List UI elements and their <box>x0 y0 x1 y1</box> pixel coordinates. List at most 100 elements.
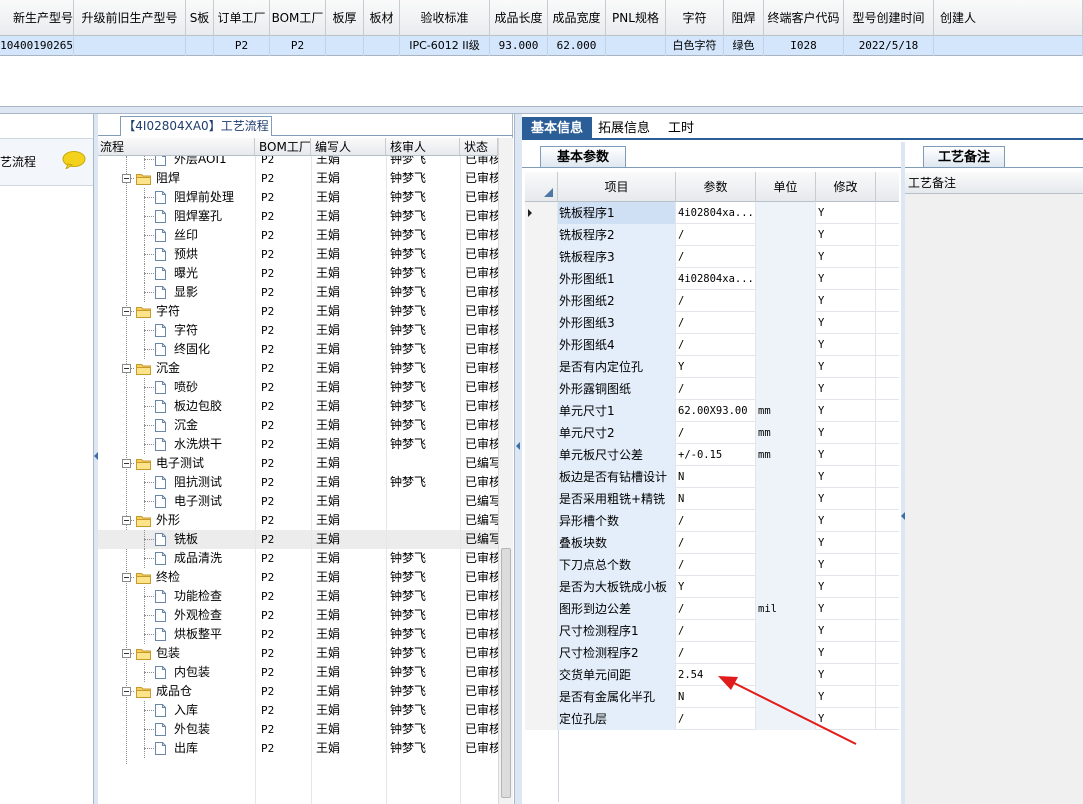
row-indicator[interactable] <box>525 532 558 554</box>
basic-params-row[interactable]: 铣板程序1 4i02804xa... Y <box>525 202 899 224</box>
process-tree-row[interactable]: 功能检查 P2 王娟 钟梦飞 已审核 <box>98 587 498 606</box>
process-tree-row[interactable]: 入库 P2 王娟 钟梦飞 已审核 <box>98 701 498 720</box>
process-tree-row[interactable]: 电子测试 P2 王娟 已编写 <box>98 454 498 473</box>
process-tree-row[interactable]: 阻抗测试 P2 王娟 钟梦飞 已审核 <box>98 473 498 492</box>
product-grid-col-header[interactable]: 新生产型号 <box>0 0 74 36</box>
process-tree-col-header[interactable]: 编写人 <box>311 138 386 155</box>
process-tree-row[interactable]: 成品清洗 P2 王娟 钟梦飞 已审核 <box>98 549 498 568</box>
process-tree-col-header[interactable]: 核审人 <box>386 138 460 155</box>
process-tree-row[interactable]: 烘板整平 P2 王娟 钟梦飞 已审核 <box>98 625 498 644</box>
param-modify-flag[interactable]: Y <box>816 466 876 488</box>
param-modify-flag[interactable]: Y <box>816 202 876 224</box>
tab-detail-2[interactable]: 工时 <box>658 117 704 140</box>
row-indicator[interactable] <box>525 708 558 730</box>
param-modify-flag[interactable]: Y <box>816 224 876 246</box>
row-indicator[interactable] <box>525 466 558 488</box>
param-value-cell[interactable]: 4i02804xa... <box>676 202 756 224</box>
param-modify-flag[interactable]: Y <box>816 554 876 576</box>
product-grid-col-header[interactable]: 成品长度 <box>490 0 548 36</box>
process-tree-row[interactable]: 包装 P2 王娟 钟梦飞 已审核 <box>98 644 498 663</box>
param-modify-flag[interactable]: Y <box>816 664 876 686</box>
param-value-cell[interactable]: / <box>676 246 756 268</box>
param-value-cell[interactable]: / <box>676 510 756 532</box>
row-indicator[interactable] <box>525 576 558 598</box>
process-tree-row[interactable]: 内包装 P2 王娟 钟梦飞 已审核 <box>98 663 498 682</box>
basic-params-row[interactable]: 外形图纸1 4i02804xa... Y <box>525 268 899 290</box>
basic-params-row[interactable]: 尺寸检测程序2/ Y <box>525 642 899 664</box>
row-indicator[interactable] <box>525 246 558 268</box>
param-value-cell[interactable]: N <box>676 488 756 510</box>
row-indicator[interactable] <box>525 686 558 708</box>
param-modify-flag[interactable]: Y <box>816 444 876 466</box>
process-tree-row[interactable]: 铣板 P2 王娟 已编写 <box>98 530 498 549</box>
basic-params-row[interactable]: 单元尺寸1 62.00X93.00 mm Y <box>525 400 899 422</box>
process-tree-col-header[interactable]: BOM工厂 <box>255 138 311 155</box>
param-value-cell[interactable]: / <box>676 620 756 642</box>
product-grid-col-header[interactable]: 成品宽度 <box>548 0 606 36</box>
param-modify-flag[interactable]: Y <box>816 510 876 532</box>
row-indicator[interactable] <box>525 488 558 510</box>
param-value-cell[interactable]: / <box>676 708 756 730</box>
product-grid-col-header[interactable]: 型号创建时间 <box>844 0 934 36</box>
param-value-cell[interactable]: N <box>676 466 756 488</box>
row-indicator[interactable] <box>525 554 558 576</box>
process-tree-row[interactable]: 曝光 P2 王娟 钟梦飞 已审核 <box>98 264 498 283</box>
process-tree-row[interactable]: 字符 P2 王娟 钟梦飞 已审核 <box>98 321 498 340</box>
basic-params-row[interactable]: 单元尺寸2/mm Y <box>525 422 899 444</box>
param-modify-flag[interactable]: Y <box>816 356 876 378</box>
tree-expander-icon[interactable] <box>122 687 131 696</box>
process-tree-row[interactable]: 显影 P2 王娟 钟梦飞 已审核 <box>98 283 498 302</box>
param-modify-flag[interactable]: Y <box>816 400 876 422</box>
process-tree-row[interactable]: 字符 P2 王娟 钟梦飞 已审核 <box>98 302 498 321</box>
param-value-cell[interactable]: / <box>676 642 756 664</box>
param-modify-flag[interactable]: Y <box>816 532 876 554</box>
param-value-cell[interactable]: / <box>676 378 756 400</box>
process-tree-scrollbar[interactable] <box>498 138 513 804</box>
param-modify-flag[interactable]: Y <box>816 378 876 400</box>
process-tree-row[interactable]: 终固化 P2 王娟 钟梦飞 已审核 <box>98 340 498 359</box>
row-indicator[interactable] <box>525 422 558 444</box>
row-indicator[interactable] <box>525 378 558 400</box>
tree-expander-icon[interactable] <box>122 573 131 582</box>
param-value-cell[interactable]: / <box>676 554 756 576</box>
basic-params-col-header[interactable]: 参数 <box>676 172 756 202</box>
row-indicator[interactable] <box>525 400 558 422</box>
basic-params-row[interactable]: 外形露铜图纸 / Y <box>525 378 899 400</box>
param-value-cell[interactable]: / <box>676 312 756 334</box>
param-value-cell[interactable]: / <box>676 598 756 620</box>
basic-params-col-header[interactable]: 项目 <box>558 172 676 202</box>
product-grid-col-header[interactable]: PNL规格 <box>606 0 666 36</box>
param-modify-flag[interactable]: Y <box>816 312 876 334</box>
row-indicator[interactable] <box>525 224 558 246</box>
tree-expander-icon[interactable] <box>122 307 131 316</box>
product-grid-col-header[interactable]: 验收标准 <box>400 0 490 36</box>
process-tree-row[interactable]: 预烘 P2 王娟 钟梦飞 已审核 <box>98 245 498 264</box>
process-tree-row[interactable]: 电子测试 P2 王娟 已编写 <box>98 492 498 511</box>
process-tree-row[interactable]: 喷砂 P2 王娟 钟梦飞 已审核 <box>98 378 498 397</box>
param-modify-flag[interactable]: Y <box>816 268 876 290</box>
product-grid-col-header[interactable]: 板材 <box>364 0 400 36</box>
param-modify-flag[interactable]: Y <box>816 246 876 268</box>
basic-params-row[interactable]: 是否为大板铣成小板 Y Y <box>525 576 899 598</box>
tree-expander-icon[interactable] <box>122 649 131 658</box>
process-tree-row[interactable]: 出库 P2 王娟 钟梦飞 已审核 <box>98 739 498 758</box>
param-modify-flag[interactable]: Y <box>816 620 876 642</box>
row-indicator[interactable] <box>525 664 558 686</box>
product-grid-col-header[interactable]: 创建人 <box>934 0 1083 36</box>
row-indicator[interactable] <box>525 444 558 466</box>
process-tree-row[interactable]: 外层AOI1 P2 王娟 钟梦飞 已审核 <box>98 156 498 169</box>
tree-expander-icon[interactable] <box>122 364 131 373</box>
product-grid-col-header[interactable]: 字符 <box>666 0 724 36</box>
row-indicator[interactable] <box>525 268 558 290</box>
basic-params-row[interactable]: 下刀点总个数 / Y <box>525 554 899 576</box>
basic-params-row[interactable]: 是否有金属化半孔 N Y <box>525 686 899 708</box>
param-modify-flag[interactable]: Y <box>816 686 876 708</box>
param-value-cell[interactable]: Y <box>676 356 756 378</box>
param-value-cell[interactable]: / <box>676 290 756 312</box>
param-value-cell[interactable]: 62.00X93.00 <box>676 400 756 422</box>
basic-params-row[interactable]: 板边是否有钻槽设计 N Y <box>525 466 899 488</box>
process-tree-row[interactable]: 终检 P2 王娟 钟梦飞 已审核 <box>98 568 498 587</box>
product-grid-row-selected[interactable]: 10400190265 P2 P2 IPC-6012 II级 93.000 62.000 白… <box>0 36 1083 56</box>
basic-params-row[interactable]: 外形图纸4/ Y <box>525 334 899 356</box>
basic-params-row[interactable]: 铣板程序2/ Y <box>525 224 899 246</box>
